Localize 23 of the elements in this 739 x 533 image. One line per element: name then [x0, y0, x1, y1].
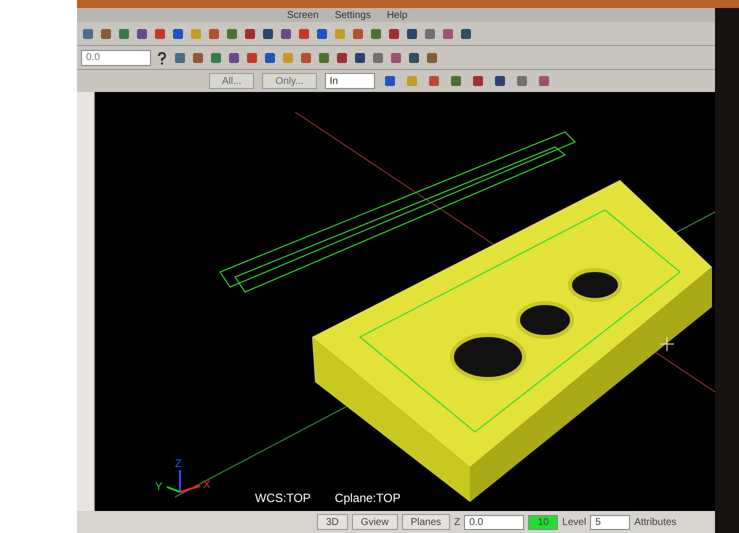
cursor-crosshair-icon [660, 336, 674, 352]
status-button[interactable]: Planes [402, 514, 450, 530]
cplane-label: Cplane:TOP [334, 490, 401, 507]
units-dropdown[interactable]: In [324, 73, 375, 89]
number-field[interactable]: 0.0 [81, 50, 151, 66]
menu-item[interactable]: Help [386, 8, 408, 22]
status-button[interactable]: 3D [317, 514, 348, 530]
attributes-label: Attributes [634, 516, 676, 530]
filter-button[interactable]: All... [209, 73, 254, 89]
color-field[interactable]: 10 [528, 514, 558, 530]
z-field[interactable]: 0.0 [464, 514, 524, 530]
axis-triad-icon [166, 470, 200, 493]
level-field[interactable]: 5 [590, 514, 630, 530]
menu-item[interactable]: Settings [334, 8, 371, 22]
axis-label: Z [175, 458, 182, 470]
z-label: Z [454, 516, 460, 530]
axis-label: Y [155, 481, 162, 493]
axis-label: X [203, 479, 210, 491]
menu-item[interactable]: Screen [287, 8, 319, 22]
level-label: Level [562, 516, 586, 530]
status-button[interactable]: Gview [352, 514, 398, 530]
filter-button[interactable]: Only... [262, 73, 317, 89]
wcs-label: WCS:TOP [255, 490, 311, 507]
